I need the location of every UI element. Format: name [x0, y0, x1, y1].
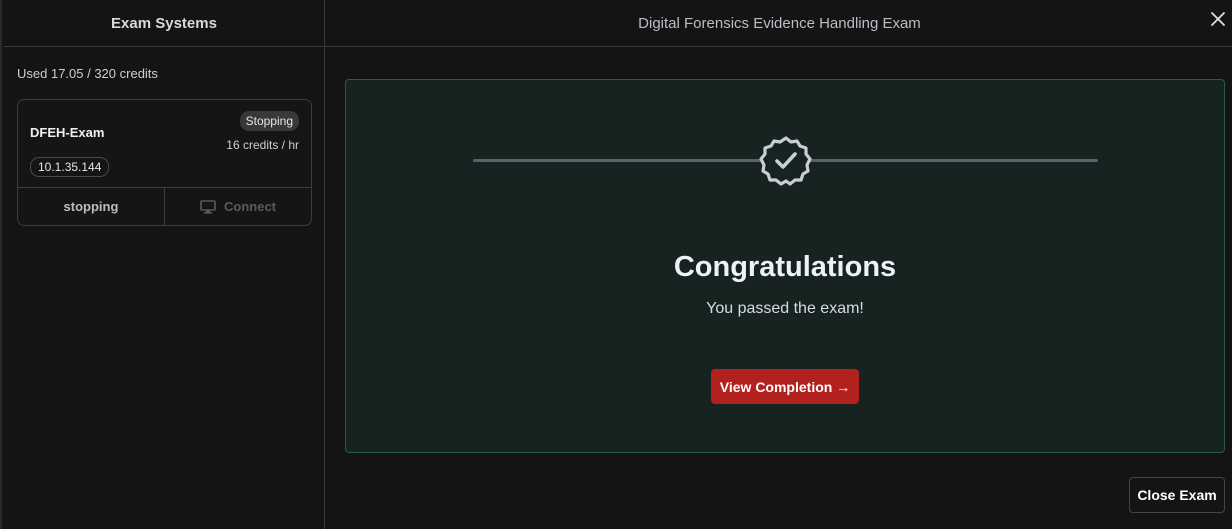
connect-button[interactable]: Connect: [165, 188, 311, 225]
connect-label: Connect: [224, 199, 276, 214]
ip-address-badge: 10.1.35.144: [30, 157, 110, 177]
check-badge-icon: [759, 136, 812, 186]
status-badge: Stopping: [239, 111, 299, 131]
result-panel: Congratulations You passed the exam! Vie…: [345, 79, 1225, 453]
sidebar: Exam Systems Used 17.05 / 320 credits DF…: [4, 0, 325, 529]
result-heading: Congratulations: [673, 251, 897, 283]
machine-actions: stopping Connect: [18, 187, 311, 225]
machine-name: DFEH-Exam: [30, 125, 105, 140]
exam-title: Digital Forensics Evidence Handling Exam: [325, 0, 1232, 47]
close-icon[interactable]: [1208, 9, 1228, 29]
close-exam-button[interactable]: Close Exam: [1129, 477, 1225, 513]
view-completion-button[interactable]: View Completion →: [711, 369, 859, 404]
exam-window: Exam Systems Used 17.05 / 320 credits DF…: [0, 0, 1232, 529]
credits-usage: Used 17.05 / 320 credits: [17, 66, 158, 81]
machine-card: DFEH-Exam Stopping 16 credits / hr 10.1.…: [17, 99, 312, 226]
sidebar-title: Exam Systems: [4, 0, 324, 47]
monitor-icon: [200, 199, 216, 214]
stopping-button[interactable]: stopping: [18, 188, 165, 225]
result-message: You passed the exam!: [706, 300, 864, 317]
credit-rate: 16 credits / hr: [226, 138, 299, 152]
main-content: Digital Forensics Evidence Handling Exam…: [325, 0, 1232, 529]
